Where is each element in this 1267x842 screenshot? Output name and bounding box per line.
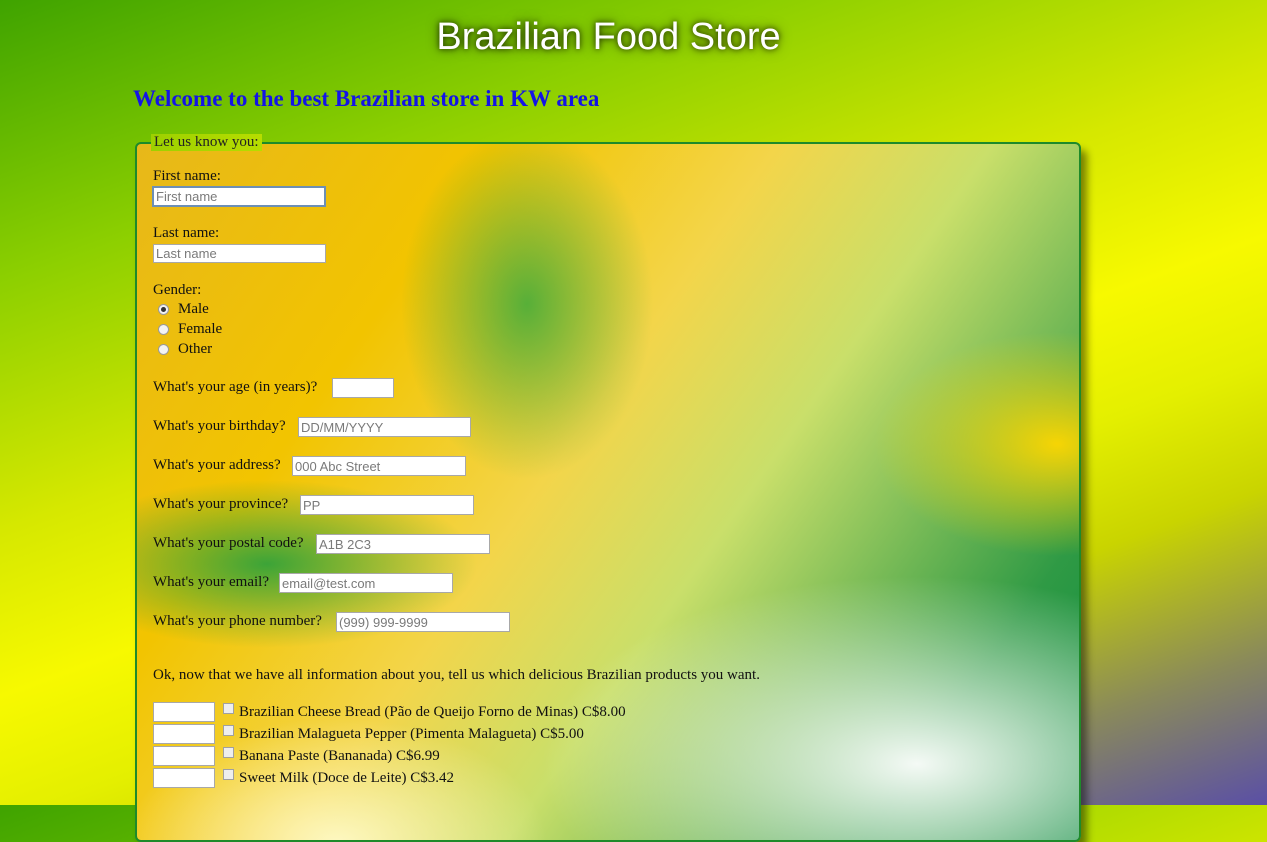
- product-row: Banana Paste (Bananada) C$6.99: [153, 746, 440, 766]
- age-input[interactable]: [332, 378, 394, 398]
- birthday-input[interactable]: [298, 417, 471, 437]
- product-checkbox[interactable]: [223, 768, 234, 780]
- first-name-input[interactable]: [152, 186, 326, 207]
- email-input[interactable]: [279, 573, 453, 593]
- last-name-input[interactable]: [153, 244, 326, 263]
- product-label: Brazilian Malagueta Pepper (Pimenta Mala…: [239, 725, 584, 742]
- postal-code-input[interactable]: [316, 534, 490, 554]
- female-radio-label: Female: [178, 321, 223, 337]
- product-checkbox[interactable]: [223, 724, 234, 736]
- product-row: Sweet Milk (Doce de Leite) C$3.42: [153, 768, 454, 788]
- last-name-label: Last name:: [153, 225, 220, 241]
- gender-option-other[interactable]: Other: [158, 341, 212, 358]
- male-radio-label: Male: [178, 301, 209, 317]
- gender-option-female[interactable]: Female: [158, 321, 222, 338]
- product-checkbox[interactable]: [223, 746, 234, 758]
- product-row: Brazilian Malagueta Pepper (Pimenta Mala…: [153, 724, 584, 744]
- province-input[interactable]: [300, 495, 474, 515]
- other-radio-label: Other: [178, 341, 213, 357]
- province-label: What's your province?: [153, 496, 289, 512]
- product-quantity-input[interactable]: [153, 702, 215, 722]
- product-label: Sweet Milk (Doce de Leite) C$3.42: [239, 769, 454, 786]
- products-intro-text: Ok, now that we have all information abo…: [153, 667, 760, 683]
- phone-input[interactable]: [336, 612, 510, 632]
- male-radio[interactable]: [158, 304, 169, 315]
- email-label: What's your email?: [153, 574, 269, 590]
- gender-label: Gender:: [153, 282, 202, 298]
- address-label: What's your address?: [153, 457, 281, 473]
- first-name-label: First name:: [153, 168, 221, 184]
- address-input[interactable]: [292, 456, 466, 476]
- product-label: Brazilian Cheese Bread (Pão de Queijo Fo…: [239, 703, 626, 720]
- form-legend: Let us know you:: [151, 134, 262, 151]
- phone-label: What's your phone number?: [153, 613, 322, 629]
- product-label: Banana Paste (Bananada) C$6.99: [239, 747, 440, 764]
- welcome-heading: Welcome to the best Brazilian store in K…: [133, 86, 600, 111]
- product-quantity-input[interactable]: [153, 724, 215, 744]
- product-quantity-input[interactable]: [153, 768, 215, 788]
- product-row: Brazilian Cheese Bread (Pão de Queijo Fo…: [153, 702, 626, 722]
- postal-code-label: What's your postal code?: [153, 535, 304, 551]
- product-checkbox[interactable]: [223, 702, 234, 714]
- gender-option-male[interactable]: Male: [158, 301, 209, 318]
- female-radio[interactable]: [158, 324, 169, 335]
- age-label: What's your age (in years)?: [153, 379, 318, 395]
- birthday-label: What's your birthday?: [153, 418, 286, 434]
- product-quantity-input[interactable]: [153, 746, 215, 766]
- other-radio[interactable]: [158, 344, 169, 355]
- site-title: Brazilian Food Store: [436, 16, 781, 58]
